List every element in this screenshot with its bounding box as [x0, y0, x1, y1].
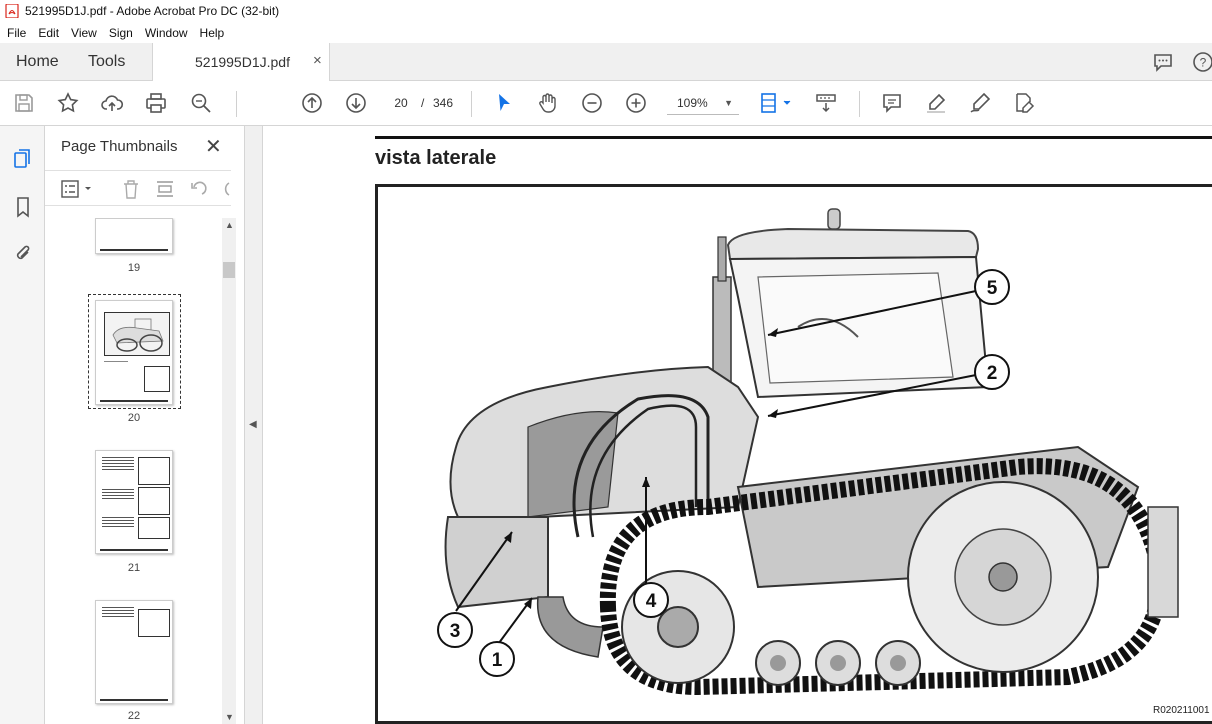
main-toolbar: 20 / 346 109% ▼ — [0, 81, 1212, 126]
rotate-right-icon[interactable] — [219, 179, 231, 199]
fit-page-icon[interactable] — [758, 91, 794, 115]
thumbnail-page-19[interactable] — [95, 218, 173, 254]
close-icon[interactable]: ✕ — [205, 134, 222, 159]
toolbar-separator — [859, 91, 860, 117]
thumbnail-scrollbar[interactable]: ▲ ▼ — [222, 218, 236, 724]
toolbar-separator — [236, 91, 237, 117]
callout-2: 2 — [974, 354, 1010, 390]
tractor-figure: 5 2 4 3 1 R020211001 — [375, 184, 1212, 724]
zoom-search-icon[interactable] — [189, 91, 213, 115]
thumbnails-panel: Page Thumbnails ✕ 19 20 21 22 ▲ ▼ — [45, 126, 245, 724]
scroll-mode-icon[interactable] — [814, 91, 838, 115]
page-number-input[interactable]: 20 — [386, 93, 416, 113]
tab-document[interactable]: 521995D1J.pdf × — [152, 43, 330, 81]
zoom-out-icon[interactable] — [580, 91, 604, 115]
tab-document-label: 521995D1J.pdf — [195, 54, 290, 70]
svg-text:?: ? — [1200, 56, 1207, 70]
stamp-edit-icon[interactable] — [1012, 91, 1036, 115]
help-icon[interactable]: ? — [1192, 51, 1212, 73]
menu-bar: File Edit View Sign Window Help — [0, 22, 1212, 43]
thumbnails-panel-title: Page Thumbnails — [61, 138, 178, 155]
select-cursor-icon[interactable] — [492, 91, 516, 115]
thumbnail-page-20[interactable] — [95, 300, 173, 405]
thumbnail-list: 19 20 21 22 — [45, 218, 223, 724]
callout-5-label: 5 — [987, 278, 998, 299]
hand-tool-icon[interactable] — [536, 91, 560, 115]
navigation-rail — [0, 126, 45, 724]
tab-close-icon[interactable]: × — [313, 52, 322, 69]
comment-icon[interactable] — [880, 91, 904, 115]
previous-page-icon[interactable] — [300, 91, 324, 115]
thumbnail-page-22[interactable] — [95, 600, 173, 704]
title-bar: 521995D1J.pdf - Adobe Acrobat Pro DC (32… — [0, 0, 1212, 22]
callout-3-label: 3 — [450, 621, 461, 642]
zoom-in-icon[interactable] — [624, 91, 648, 115]
figure-reference-code: R020211001 — [1153, 705, 1210, 716]
bookmarks-icon[interactable] — [12, 196, 34, 218]
page-thumbnails-icon[interactable] — [12, 148, 34, 170]
next-page-icon[interactable] — [344, 91, 368, 115]
options-menu-icon[interactable] — [61, 179, 95, 199]
thumbnail-page-number: 19 — [127, 262, 141, 274]
menu-help[interactable]: Help — [200, 26, 225, 40]
page-separator: / — [421, 96, 425, 110]
thumbnails-toolbar — [45, 170, 231, 206]
rotate-left-icon[interactable] — [187, 179, 209, 199]
toolbar-separator — [471, 91, 472, 117]
panel-collapse-handle[interactable]: ◀ — [245, 126, 263, 724]
zoom-level-select[interactable]: 109% ▼ — [667, 93, 739, 115]
scrollbar-thumb[interactable] — [223, 262, 235, 278]
attachments-paperclip-icon[interactable] — [12, 242, 34, 264]
thumbnail-page-number: 21 — [127, 562, 141, 574]
tractor-illustration: 5 2 4 3 1 — [437, 208, 1179, 696]
callout-3: 3 — [437, 612, 473, 648]
insert-pages-icon[interactable] — [154, 179, 176, 199]
menu-file[interactable]: File — [7, 26, 26, 40]
thumbnail-page-21[interactable] — [95, 450, 173, 554]
callout-2-label: 2 — [987, 363, 998, 384]
highlight-pen-icon[interactable] — [924, 91, 948, 115]
upload-cloud-icon[interactable] — [100, 91, 124, 115]
print-icon[interactable] — [144, 91, 168, 115]
callout-4: 4 — [633, 582, 669, 618]
chevron-down-icon: ▼ — [724, 98, 733, 108]
thumbnail-tractor-image — [112, 318, 164, 352]
menu-window[interactable]: Window — [145, 26, 188, 40]
document-heading: vista laterale — [375, 147, 497, 169]
menu-view[interactable]: View — [71, 26, 97, 40]
chevron-left-icon: ◀ — [249, 419, 257, 430]
callout-1: 1 — [479, 641, 515, 677]
menu-sign[interactable]: Sign — [109, 26, 133, 40]
bookmark-star-icon[interactable] — [56, 91, 80, 115]
draw-sign-icon[interactable] — [968, 91, 992, 115]
scroll-down-icon[interactable]: ▼ — [225, 712, 234, 722]
page-rule — [375, 136, 1212, 139]
document-view[interactable]: vista laterale 5 2 4 3 1 R020211001 — [263, 126, 1212, 724]
tab-tools[interactable]: Tools — [88, 53, 125, 71]
thumbnail-page-number: 22 — [127, 710, 141, 722]
page-total: 346 — [433, 96, 454, 110]
callout-1-label: 1 — [492, 650, 503, 671]
tab-home[interactable]: Home — [16, 53, 59, 71]
save-icon[interactable] — [12, 91, 36, 115]
callout-5: 5 — [974, 269, 1010, 305]
acrobat-logo-icon — [5, 4, 19, 18]
comment-bubble-icon[interactable] — [1152, 51, 1174, 73]
tab-bar: Home Tools 521995D1J.pdf × ? — [0, 43, 1212, 81]
window-title: 521995D1J.pdf - Adobe Acrobat Pro DC (32… — [25, 4, 280, 18]
thumbnail-page-number: 20 — [127, 412, 141, 424]
scroll-up-icon[interactable]: ▲ — [225, 220, 234, 230]
callout-4-label: 4 — [646, 591, 657, 612]
menu-edit[interactable]: Edit — [38, 26, 59, 40]
zoom-level-value: 109% — [677, 96, 708, 110]
delete-trash-icon[interactable] — [120, 179, 142, 199]
